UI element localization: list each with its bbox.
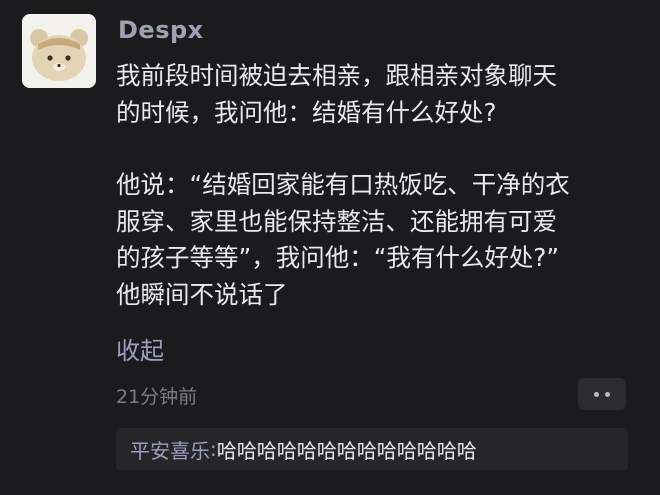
reply-text: 哈哈哈哈哈哈哈哈哈哈哈哈哈 <box>216 438 477 463</box>
more-dots-icon <box>594 391 599 397</box>
username[interactable]: Despx <box>118 16 204 44</box>
post-paragraph: 我前段时间被迫去相亲，跟相亲对象聊天 的时候，我问他：结婚有什么好处? <box>116 61 557 127</box>
reply-separator: : <box>210 437 217 461</box>
user-avatar[interactable] <box>22 14 96 88</box>
more-dots-icon <box>605 391 610 397</box>
collapse-button[interactable]: 收起 <box>116 331 164 366</box>
reply-author[interactable]: 平安喜乐 <box>130 435 210 464</box>
post-paragraph: 他说：“结婚回家能有口热饭吃、干净的衣 服穿、家里也能保持整洁、还能拥有可爱 的… <box>116 170 570 309</box>
more-options-button[interactable] <box>578 378 626 410</box>
post-timestamp: 21分钟前 <box>116 386 198 408</box>
post-content: 我前段时间被迫去相亲，跟相亲对象聊天 的时候，我问他：结婚有什么好处? 他说：“… <box>116 58 636 313</box>
bear-avatar-icon <box>22 14 96 88</box>
reply-preview[interactable]: 平安喜乐 : 哈哈哈哈哈哈哈哈哈哈哈哈哈 <box>116 428 628 470</box>
